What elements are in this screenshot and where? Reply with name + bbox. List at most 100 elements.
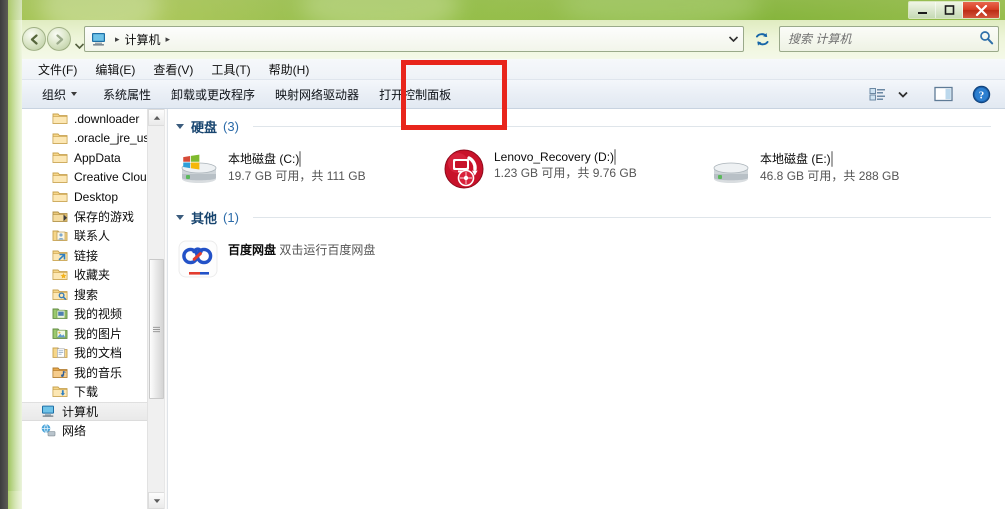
tree-item-label: 我的文档 [74, 346, 123, 361]
search-icon[interactable] [979, 30, 994, 48]
tree-item-label: 搜索 [74, 287, 99, 302]
maximize-button[interactable] [936, 2, 963, 18]
folder-icon [52, 111, 68, 126]
tree-item-searches[interactable]: 搜索 [22, 285, 164, 305]
tree-item-label: 链接 [74, 248, 99, 263]
close-button[interactable] [963, 2, 999, 18]
address-dropdown-icon[interactable] [725, 27, 741, 51]
tree-item-computer[interactable]: 计算机 [22, 401, 164, 421]
collapse-triangle-icon[interactable] [176, 215, 184, 220]
content-pane: 硬盘 (3) 本地磁盘 (C:) 19.7 GB 可用，共 111 GB Len… [168, 109, 1005, 509]
drive-tile-c[interactable]: 本地磁盘 (C:) 19.7 GB 可用，共 111 GB [176, 144, 442, 194]
window-bottom-border [8, 491, 22, 509]
window-left-border [0, 0, 8, 509]
drive-tile-d[interactable]: Lenovo_Recovery (D:) 1.23 GB 可用，共 9.76 G… [442, 144, 708, 194]
scrollbar-thumb[interactable] [149, 259, 164, 399]
title-bar[interactable] [8, 0, 1005, 20]
help-icon[interactable]: ? [969, 83, 993, 105]
tree-item-label: 我的图片 [74, 326, 123, 341]
drive-usage-bar [299, 151, 302, 167]
back-button[interactable] [22, 27, 46, 51]
tree-item-label: Desktop [74, 189, 119, 204]
chevron-down-icon[interactable] [891, 83, 915, 105]
navigation-bar: ▸ 计算机 ▸ [22, 20, 1005, 59]
search-box[interactable] [779, 26, 999, 52]
forward-button[interactable] [47, 27, 71, 51]
drive-tile-e[interactable]: 本地磁盘 (E:) 46.8 GB 可用，共 288 GB [708, 144, 974, 194]
group-rule [252, 126, 991, 127]
change-view-icon[interactable] [865, 83, 889, 105]
map-network-drive-button[interactable]: 映射网络驱动器 [265, 82, 369, 107]
group-rule [252, 217, 991, 218]
tree-item-label: 计算机 [62, 404, 99, 419]
window-glass-border [8, 0, 22, 509]
tree-item-creative-cloud[interactable]: Creative Clou [22, 168, 164, 188]
recovery-drive-icon [442, 148, 488, 190]
window-controls [908, 1, 1000, 19]
refresh-button[interactable] [749, 26, 775, 52]
drive-capacity: 1.23 GB 可用，共 9.76 GB [494, 166, 637, 180]
breadcrumb-separator-2[interactable]: ▸ [161, 34, 176, 45]
navigation-pane-scrollbar[interactable] [147, 109, 164, 509]
tree-item-music[interactable]: 我的音乐 [22, 363, 164, 383]
group-title: 硬盘 [191, 120, 218, 135]
drive-capacity: 46.8 GB 可用，共 288 GB [760, 169, 900, 183]
drive-capacity: 19.7 GB 可用，共 111 GB [228, 169, 366, 183]
tree-item-downloads[interactable]: 下载 [22, 382, 164, 402]
group-count: (3) [223, 119, 239, 134]
system-properties-button[interactable]: 系统属性 [93, 82, 161, 107]
tree-item-downloader[interactable]: .downloader [22, 109, 164, 129]
downloads-icon [52, 384, 68, 399]
tree-item-label: 收藏夹 [74, 268, 111, 283]
pictures-icon [52, 326, 68, 341]
searches-icon [52, 287, 68, 302]
menu-view[interactable]: 查看(V) [144, 59, 202, 80]
collapse-triangle-icon[interactable] [176, 124, 184, 129]
menu-file[interactable]: 文件(F) [29, 59, 86, 80]
other-tile-baidu-netdisk[interactable]: 百度网盘 双击运行百度网盘 [176, 235, 442, 285]
search-input[interactable] [788, 32, 979, 46]
tree-item-label: .oracle_jre_us [74, 131, 150, 146]
breadcrumb-computer[interactable]: 计算机 [125, 31, 161, 48]
tree-item-oracle-jre[interactable]: .oracle_jre_us [22, 129, 164, 149]
menu-edit[interactable]: 编辑(E) [86, 59, 144, 80]
menu-bar: 文件(F) 编辑(E) 查看(V) 工具(T) 帮助(H) [22, 59, 1005, 80]
svg-text:?: ? [978, 89, 984, 101]
minimize-button[interactable] [909, 2, 936, 18]
group-header-hard-disks[interactable]: 硬盘 (3) [168, 109, 1005, 140]
tree-item-documents[interactable]: 我的文档 [22, 343, 164, 363]
drive-info: 本地磁盘 (E:) 46.8 GB 可用，共 288 GB [760, 148, 974, 184]
group-count: (1) [223, 210, 239, 225]
organize-button[interactable]: 组织 [32, 82, 87, 107]
tree-item-videos[interactable]: 我的视频 [22, 304, 164, 324]
scrollbar-grip-icon [153, 326, 160, 332]
tree-item-saved-games[interactable]: 保存的游戏 [22, 207, 164, 227]
scroll-down-button[interactable] [148, 492, 164, 509]
tree-item-links[interactable]: 链接 [22, 246, 164, 266]
group-header-other[interactable]: 其他 (1) [168, 194, 1005, 231]
menu-help[interactable]: 帮助(H) [260, 59, 319, 80]
drive-name: Lenovo_Recovery (D:) [494, 150, 615, 164]
tree-item-contacts[interactable]: 联系人 [22, 226, 164, 246]
tree-item-label: 我的音乐 [74, 365, 123, 380]
uninstall-or-change-program-button[interactable]: 卸载或更改程序 [161, 82, 265, 107]
breadcrumb-separator: ▸ [115, 33, 120, 44]
tree-item-appdata[interactable]: AppData [22, 148, 164, 168]
chevron-down-icon [71, 92, 78, 96]
scroll-up-button[interactable] [148, 109, 164, 126]
tree-item-network[interactable]: 网络 [22, 421, 164, 441]
tree-item-desktop[interactable]: Desktop [22, 187, 164, 207]
tree-item-pictures[interactable]: 我的图片 [22, 324, 164, 344]
address-bar[interactable]: ▸ 计算机 ▸ [84, 26, 744, 52]
menu-tools[interactable]: 工具(T) [202, 59, 259, 80]
open-control-panel-button[interactable]: 打开控制面板 [369, 82, 461, 107]
baidu-netdisk-icon [176, 239, 222, 281]
tree-item-favorites[interactable]: 收藏夹 [22, 265, 164, 285]
tree-item-label: Creative Clou [74, 170, 147, 185]
nav-buttons [22, 27, 86, 58]
drive-info: 本地磁盘 (C:) 19.7 GB 可用，共 111 GB [228, 148, 442, 184]
app-info: 百度网盘 双击运行百度网盘 [228, 239, 375, 258]
preview-pane-icon[interactable] [931, 83, 955, 105]
tree-item-label: .downloader [74, 111, 140, 126]
other-tile-list: 百度网盘 双击运行百度网盘 [168, 231, 1005, 285]
